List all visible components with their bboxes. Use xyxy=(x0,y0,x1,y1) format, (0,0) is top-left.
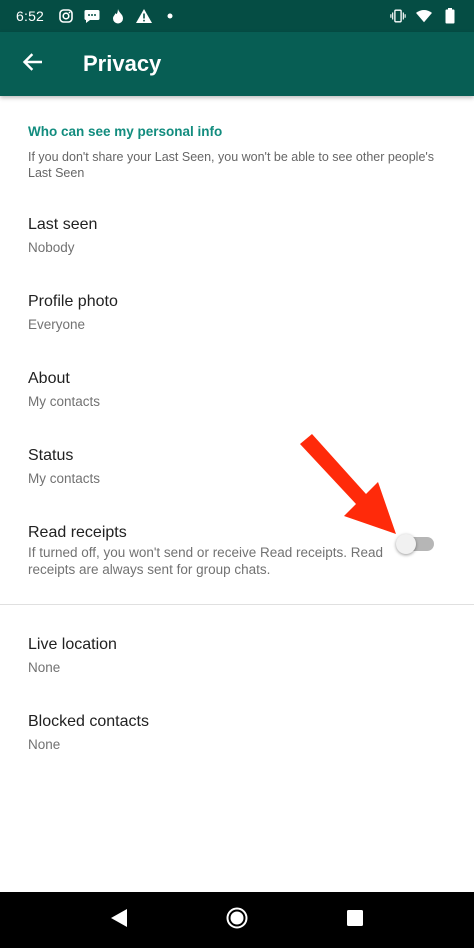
setting-value: None xyxy=(28,737,61,752)
arrow-left-icon xyxy=(22,52,43,77)
recents-square-icon xyxy=(346,909,364,932)
section-note: If you don't share your Last Seen, you w… xyxy=(28,150,435,180)
page-title: Privacy xyxy=(83,51,162,76)
back-button[interactable] xyxy=(0,32,64,96)
setting-blocked-contacts[interactable]: Blocked contacts None xyxy=(0,697,474,774)
wifi-icon xyxy=(416,8,432,24)
vibrate-icon xyxy=(390,8,406,24)
nav-back-button[interactable] xyxy=(95,896,143,944)
setting-value: My contacts xyxy=(28,471,101,486)
setting-title: Read receipts xyxy=(28,524,127,541)
system-nav-bar xyxy=(0,892,474,948)
home-circle-icon xyxy=(226,907,248,934)
back-triangle-icon xyxy=(110,908,128,933)
app-bar: Privacy xyxy=(0,32,474,96)
flame-icon xyxy=(110,8,126,24)
status-left: 6:52 xyxy=(16,8,178,24)
setting-title: Profile photo xyxy=(28,293,118,310)
chat-bubble-icon xyxy=(84,8,100,24)
setting-title: Status xyxy=(28,447,74,464)
nav-recents-button[interactable] xyxy=(331,896,379,944)
setting-value: My contacts xyxy=(28,394,101,409)
setting-live-location[interactable]: Live location None xyxy=(0,620,474,697)
setting-about[interactable]: About My contacts xyxy=(0,354,474,431)
nav-home-button[interactable] xyxy=(213,896,261,944)
divider xyxy=(0,604,474,605)
setting-value: Nobody xyxy=(28,240,75,255)
warning-icon xyxy=(136,8,153,24)
dot-icon xyxy=(162,8,178,24)
instagram-icon xyxy=(58,8,74,24)
setting-description: If turned off, you won't send or receive… xyxy=(28,545,384,577)
section-header: Who can see my personal info xyxy=(28,124,223,139)
setting-title: Blocked contacts xyxy=(28,713,149,730)
setting-title: Last seen xyxy=(28,216,98,233)
setting-title: About xyxy=(28,370,70,387)
setting-value: None xyxy=(28,660,61,675)
status-right xyxy=(390,8,458,24)
setting-title: Live location xyxy=(28,636,117,653)
status-time: 6:52 xyxy=(16,8,45,24)
setting-value: Everyone xyxy=(28,317,86,332)
battery-icon xyxy=(442,8,458,24)
status-bar: 6:52 xyxy=(0,0,474,32)
annotation-arrow-icon xyxy=(300,434,396,534)
setting-profile-photo[interactable]: Profile photo Everyone xyxy=(0,277,474,354)
setting-last-seen[interactable]: Last seen Nobody xyxy=(0,200,474,277)
